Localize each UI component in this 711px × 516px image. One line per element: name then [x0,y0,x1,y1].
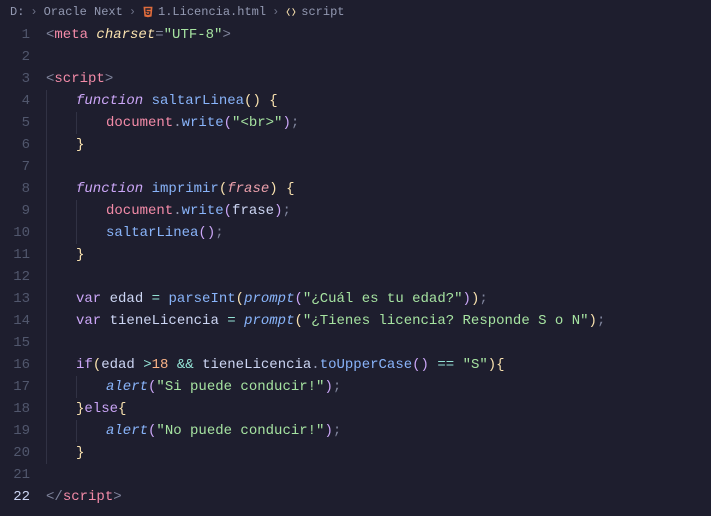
code-area[interactable]: <meta charset="UTF-8"> <script> function… [42,24,711,516]
code-line[interactable] [46,266,711,288]
code-line[interactable]: document.write(frase); [46,200,711,222]
line-number: 18 [0,398,30,420]
code-line[interactable] [46,332,711,354]
line-number: 5 [0,112,30,134]
code-line[interactable] [46,46,711,68]
code-line[interactable]: }else{ [46,398,711,420]
line-number: 7 [0,156,30,178]
line-number: 3 [0,68,30,90]
code-line[interactable]: alert("No puede conducir!"); [46,420,711,442]
code-line[interactable] [46,156,711,178]
code-line[interactable]: saltarLinea(); [46,222,711,244]
line-number: 12 [0,266,30,288]
code-line[interactable]: <script> [46,68,711,90]
line-number: 11 [0,244,30,266]
code-line[interactable]: var edad = parseInt(prompt("¿Cuál es tu … [46,288,711,310]
line-number: 9 [0,200,30,222]
line-number: 13 [0,288,30,310]
chevron-right-icon: › [30,5,37,19]
line-number: 20 [0,442,30,464]
code-line[interactable]: if(edad >18 && tieneLicencia.toUpperCase… [46,354,711,376]
line-number: 21 [0,464,30,486]
code-line[interactable]: document.write("<br>"); [46,112,711,134]
chevron-right-icon: › [129,5,136,19]
code-line[interactable]: function imprimir(frase) { [46,178,711,200]
code-line[interactable]: function saltarLinea() { [46,90,711,112]
chevron-right-icon: › [272,5,279,19]
line-number: 17 [0,376,30,398]
code-line[interactable]: } [46,244,711,266]
line-number: 1 [0,24,30,46]
line-number: 19 [0,420,30,442]
line-number: 22 [0,486,30,508]
line-number: 16 [0,354,30,376]
code-line[interactable]: </script> [46,486,711,508]
line-number: 15 [0,332,30,354]
code-line[interactable]: } [46,134,711,156]
breadcrumb-symbol[interactable]: script [301,5,344,19]
code-line[interactable]: alert("Si puede conducir!"); [46,376,711,398]
breadcrumb[interactable]: D: › Oracle Next › 1.Licencia.html › scr… [0,0,711,24]
line-number: 10 [0,222,30,244]
breadcrumb-file[interactable]: 1.Licencia.html [158,5,266,19]
line-number: 2 [0,46,30,68]
line-number: 6 [0,134,30,156]
breadcrumb-drive[interactable]: D: [10,5,24,19]
breadcrumb-folder[interactable]: Oracle Next [44,5,123,19]
code-line[interactable] [46,464,711,486]
script-symbol-icon [285,6,297,18]
code-line[interactable]: } [46,442,711,464]
line-number: 8 [0,178,30,200]
line-number: 14 [0,310,30,332]
code-editor[interactable]: 12345678910111213141516171819202122 <met… [0,24,711,516]
html-file-icon [142,6,154,18]
line-number: 4 [0,90,30,112]
line-number-gutter: 12345678910111213141516171819202122 [0,24,42,516]
code-line[interactable]: <meta charset="UTF-8"> [46,24,711,46]
code-line[interactable]: var tieneLicencia = prompt("¿Tienes lice… [46,310,711,332]
